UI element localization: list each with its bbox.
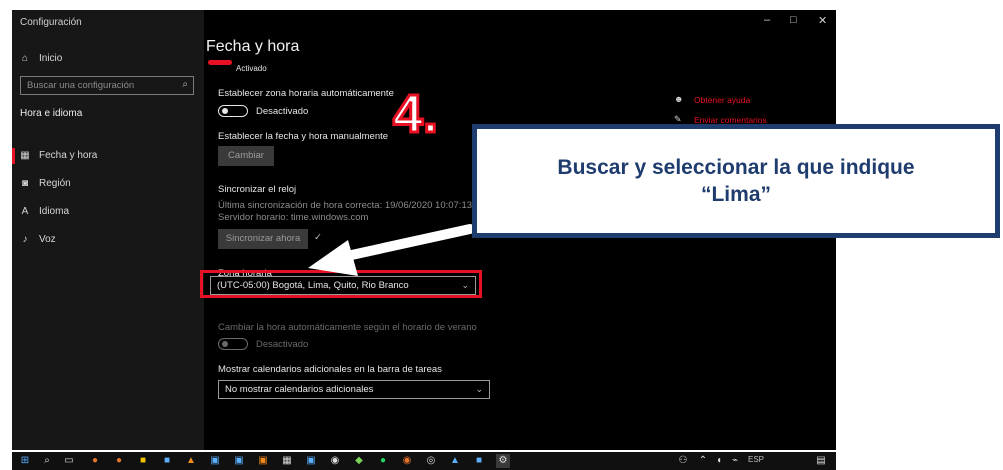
app-icon[interactable]: ◉ <box>328 454 342 468</box>
taskbar: ⊞ ⌕ ▭ ● ● ■ ■ ▲ ▣ ▣ ▣ ▦ ▣ ◉ ◆ ● ◉ ◎ ▲ ■ … <box>12 452 836 470</box>
callout-line-2: “Lima” <box>700 183 771 206</box>
language-indicator[interactable]: ESP <box>748 455 764 464</box>
network-icon[interactable]: ⌁ <box>728 454 742 468</box>
people-icon[interactable]: ⚇ <box>676 454 690 468</box>
spotify-icon[interactable]: ● <box>376 454 390 468</box>
settings-icon[interactable]: ⚙ <box>496 454 510 468</box>
task-view-icon[interactable]: ▭ <box>62 454 76 468</box>
app-icon[interactable]: ◆ <box>352 454 366 468</box>
app-icon[interactable]: ■ <box>472 454 486 468</box>
app-icon[interactable]: ▣ <box>256 454 270 468</box>
start-icon[interactable]: ⊞ <box>18 454 32 468</box>
photoshop-icon[interactable]: ▣ <box>304 454 318 468</box>
callout-body: Buscar y seleccionar la que indique “Lim… <box>477 129 995 233</box>
app-icon[interactable]: ● <box>88 454 102 468</box>
chevron-up-icon[interactable]: ⌃ <box>696 454 710 468</box>
vlc-icon[interactable]: ▲ <box>184 454 198 468</box>
chrome-icon[interactable]: ◉ <box>400 454 414 468</box>
app-icon[interactable]: ▣ <box>232 454 246 468</box>
folder-icon[interactable]: ■ <box>136 454 150 468</box>
callout-text: Buscar y seleccionar la que indique “Lim… <box>557 154 914 208</box>
callout-line-1: Buscar y seleccionar la que indique <box>557 156 915 179</box>
volume-icon[interactable]: ◖ <box>712 454 726 468</box>
calculator-icon[interactable]: ▦ <box>280 454 294 468</box>
search-icon[interactable]: ⌕ <box>40 454 54 468</box>
app-icon[interactable]: ● <box>112 454 126 468</box>
callout-box: Buscar y seleccionar la que indique “Lim… <box>472 124 1000 238</box>
app-icon[interactable]: ▣ <box>208 454 222 468</box>
step-number: 4. <box>391 83 439 146</box>
app-icon[interactable]: ▲ <box>448 454 462 468</box>
app-icon[interactable]: ◎ <box>424 454 438 468</box>
notifications-icon[interactable]: ▤ <box>814 454 828 468</box>
app-icon[interactable]: ■ <box>160 454 174 468</box>
